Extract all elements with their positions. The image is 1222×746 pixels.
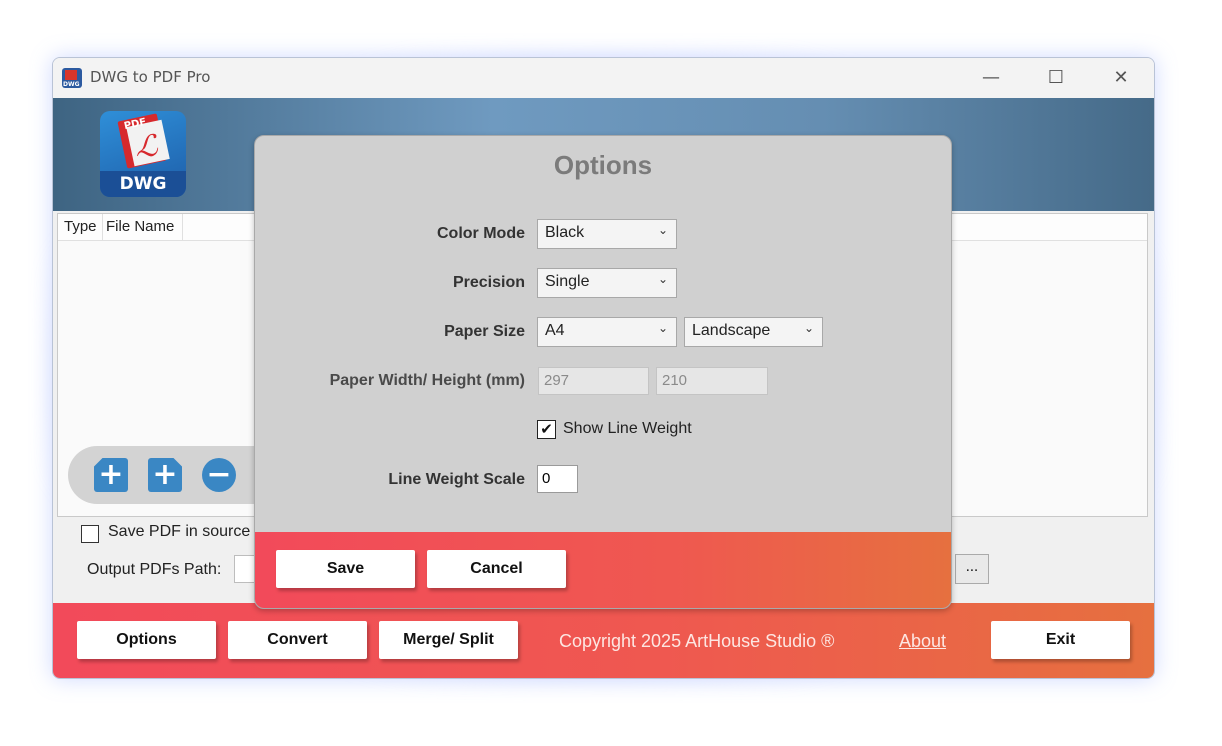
exit-button[interactable]: Exit	[991, 621, 1130, 659]
chevron-down-icon: ⌄	[657, 272, 668, 286]
paper-width-input: 297	[538, 367, 649, 395]
orientation-value: Landscape	[692, 322, 771, 339]
options-button[interactable]: Options	[77, 621, 216, 659]
chevron-down-icon: ⌄	[803, 321, 814, 335]
logo-dwg-label: DWG	[100, 171, 186, 197]
app-icon: DWG	[62, 68, 82, 88]
merge-split-button[interactable]: Merge/ Split	[379, 621, 518, 659]
color-mode-select[interactable]: Black ⌄	[537, 219, 677, 249]
dialog-title: Options	[553, 150, 653, 180]
show-line-weight-label: Show Line Weight	[563, 420, 692, 437]
window-title: DWG to PDF Pro	[90, 68, 211, 86]
acrobat-icon: ℒ	[136, 129, 158, 164]
maximize-button[interactable]: ☐	[1031, 64, 1081, 92]
bottom-bar: Options Convert Merge/ Split Copyright 2…	[53, 603, 1154, 678]
convert-button[interactable]: Convert	[228, 621, 367, 659]
add-file-button[interactable]: +	[148, 458, 182, 492]
paper-height-input: 210	[656, 367, 768, 395]
close-button[interactable]: ✕	[1096, 64, 1146, 92]
chevron-down-icon: ⌄	[657, 321, 668, 335]
about-link[interactable]: About	[899, 631, 946, 652]
paper-size-select[interactable]: A4 ⌄	[537, 317, 677, 347]
show-line-weight-checkbox[interactable]: ✔	[537, 420, 556, 439]
line-weight-scale-label: Line Weight Scale	[388, 471, 525, 488]
line-weight-scale-input[interactable]: 0	[537, 465, 578, 493]
dialog-footer: Save Cancel	[255, 532, 951, 608]
paper-dimensions-label: Paper Width/ Height (mm)	[329, 372, 525, 389]
paper-size-label: Paper Size	[444, 323, 525, 340]
paper-size-value: A4	[545, 322, 565, 339]
precision-label: Precision	[452, 274, 525, 291]
precision-value: Single	[545, 273, 590, 290]
add-folder-button[interactable]: +	[94, 458, 128, 492]
color-mode-value: Black	[545, 224, 585, 241]
output-path-label: Output PDFs Path:	[87, 561, 222, 578]
precision-select[interactable]: Single ⌄	[537, 268, 677, 298]
column-type[interactable]: Type	[64, 218, 97, 235]
color-mode-label: Color Mode	[437, 225, 525, 242]
save-in-source-checkbox[interactable]	[81, 525, 99, 543]
dialog-cancel-button[interactable]: Cancel	[427, 550, 566, 588]
dialog-save-button[interactable]: Save	[276, 550, 415, 588]
column-file-name[interactable]: File Name	[106, 218, 174, 235]
chevron-down-icon: ⌄	[657, 223, 668, 237]
minimize-button[interactable]: —	[966, 64, 1016, 92]
orientation-select[interactable]: Landscape ⌄	[684, 317, 823, 347]
copyright-text: Copyright 2025 ArtHouse Studio ®	[559, 631, 835, 651]
options-dialog: Options Color Mode Black ⌄ Precision Sin…	[254, 135, 952, 609]
browse-button[interactable]: ...	[955, 554, 989, 584]
app-logo: PDF ℒ DWG	[100, 111, 186, 197]
title-bar: DWG DWG to PDF Pro — ☐ ✕	[53, 58, 1154, 98]
remove-file-button[interactable]: −	[202, 458, 236, 492]
save-in-source-label: Save PDF in source	[108, 523, 251, 540]
